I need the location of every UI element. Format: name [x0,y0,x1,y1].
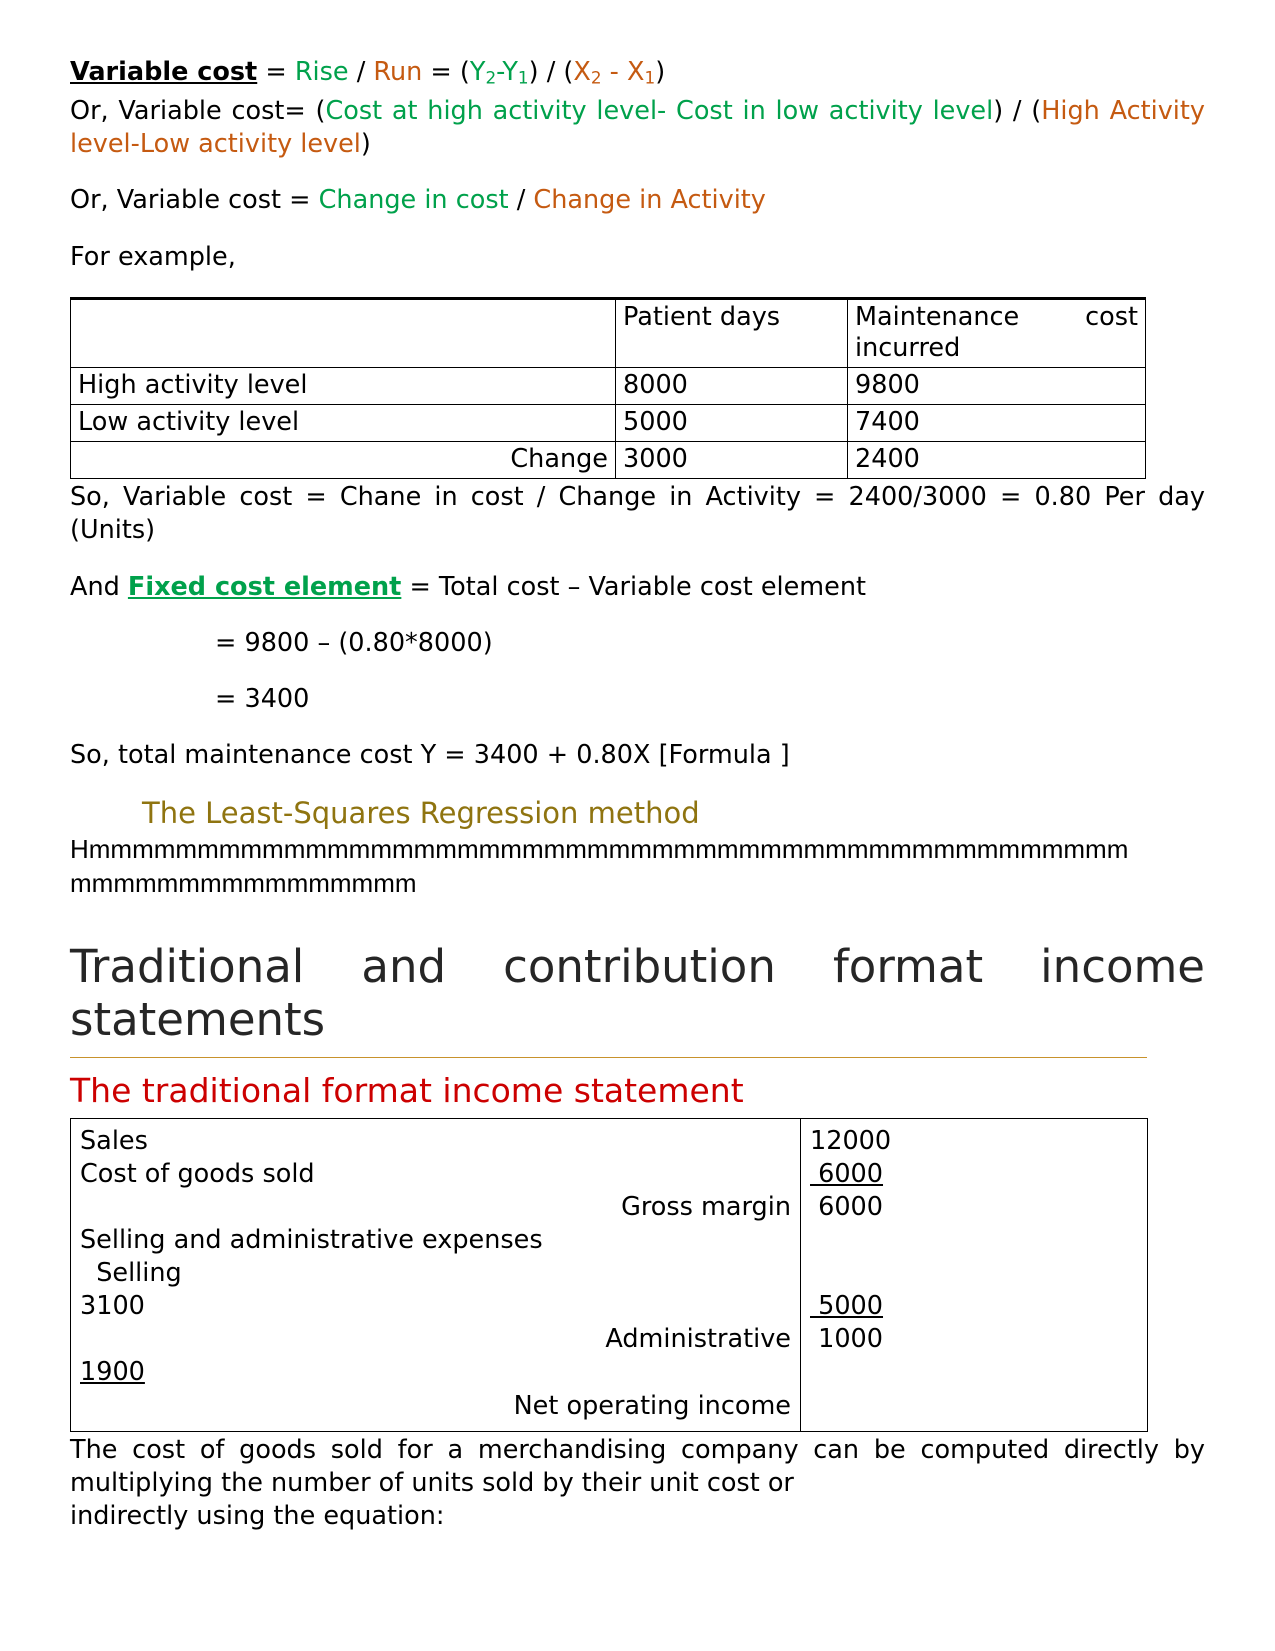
line3-separator: / [508,185,534,216]
subsection-title: The traditional format income statement [70,1070,744,1110]
line-selling-amount: 3100 [80,1291,145,1322]
total-maintenance-formula: So, total maintenance cost Y = 3400 + 0.… [70,739,790,770]
fixed-rest: = Total cost – Variable cost element [401,571,866,602]
high-low-table: Patient days Maintenance cost incurred H… [70,296,1146,480]
income-statement-table: Sales Cost of goods sold Gross margin Se… [70,1117,1148,1432]
line2-paren-open-2: ( [1031,96,1042,127]
paren-close-2: ) [655,57,666,87]
line2-paren-open: ( [315,96,326,127]
paren-open-1: ( [459,57,470,87]
variable-cost-label: Variable cost [70,57,258,87]
fixed-cost-calc-line-1: = 9800 – (0.80*8000) [215,627,493,658]
formula-variable-cost-rise-run: Variable cost = Rise / Run = (Y2-Y1) / (… [70,56,1205,89]
value-blank-1 [810,1224,1138,1257]
closing-paragraph-last-line: indirectly using the equation: [70,1501,445,1532]
cell-patient-days-change: 3000 [615,441,848,480]
table-row: Change 3000 2400 [70,441,1146,480]
table-row: Sales Cost of goods sold Gross margin Se… [70,1117,1148,1432]
value-sales: 12000 [810,1125,892,1156]
line-administrative: Administrative [605,1324,791,1355]
row-label-low-activity: Low activity level [70,404,616,443]
header-patient-days: Patient days [615,296,848,368]
line-gross-margin: Gross margin [621,1191,791,1222]
slash-1: / [348,57,374,87]
x1-subscript: 1 [644,67,656,88]
y2-term: Y2-Y1 [469,57,529,88]
closing-paragraph-body: The cost of goods sold for a merchandisi… [70,1434,1205,1498]
value-blank-2 [810,1257,1138,1290]
formula-change-in-cost: Or, Variable cost = Change in cost / Cha… [70,184,1205,217]
cell-patient-days-high: 8000 [615,366,848,406]
cell-patient-days-low: 5000 [615,404,848,443]
cell-maintenance-high: 9800 [847,366,1146,406]
change-in-activity-term: Change in Activity [533,185,766,216]
table-row-header: Patient days Maintenance cost incurred [70,296,1146,368]
line-selling: Selling [80,1258,182,1289]
fixed-prefix: And [70,571,128,602]
least-squares-heading: The Least-Squares Regression method [142,796,700,831]
cost-high-low-term: Cost at high activity level- Cost in low… [325,96,994,127]
run-term: Run [373,57,423,87]
least-squares-filler-text: Hmmmmmmmmmmmmmmmmmmmmmmmmmmmmmmmmmmmmmmm… [70,833,1129,898]
line-administrative-amount: 1900 [80,1357,145,1388]
header-maintenance-cost: Maintenance cost incurred [847,296,1146,368]
formula-variable-cost-words: Or, Variable cost= (Cost at high activit… [70,95,1205,161]
value-net-operating-income [810,1390,1138,1423]
row-label-change: Change [70,441,616,480]
line3-prefix: Or, Variable cost = [70,185,319,216]
table-row: Low activity level 5000 7400 [70,404,1146,443]
fixed-cost-element-label: Fixed cost element [127,571,402,602]
x2-term: X2 - X1 [573,57,656,88]
value-administrative: 1000 [810,1324,884,1355]
y1-subscript: 1 [517,67,529,88]
title-divider [70,1056,1147,1058]
line-cost-of-goods-sold: Cost of goods sold [80,1158,315,1189]
fixed-cost-calc-line-2: = 3400 [215,683,310,714]
change-in-cost-term: Change in cost [318,185,509,216]
document-page: Variable cost = Rise / Run = (Y2-Y1) / (… [0,0,1275,1533]
rise-term: Rise [294,57,349,87]
closing-paragraph: The cost of goods sold for a merchandisi… [70,1434,1205,1533]
slash-2: / [538,57,564,87]
x2-subscript: 2 [590,67,602,88]
header-blank-cell [70,296,616,368]
line-sales: Sales [80,1125,148,1156]
income-statement-labels-cell: Sales Cost of goods sold Gross margin Se… [70,1117,801,1432]
table-row: High activity level 8000 9800 [70,366,1146,406]
line2-prefix: Or, Variable cost= [70,96,316,127]
value-blank-3 [810,1356,1138,1389]
paren-close-1: ) [528,57,539,87]
income-statement-values-cell: 12000 6000 6000 5000 1000 [800,1117,1148,1432]
line2-paren-close-2: ) [360,129,371,160]
line-selling-admin-expenses: Selling and administrative expenses [80,1224,543,1255]
line-net-operating-income: Net operating income [513,1390,791,1421]
y2-subscript: 2 [485,67,497,88]
value-gross-margin: 6000 [810,1191,884,1222]
for-example-text: For example, [70,241,236,272]
value-selling-subtotal: 5000 [810,1291,884,1322]
eq-sign-1: = [257,57,295,87]
cell-maintenance-low: 7400 [847,404,1146,443]
row-label-high-activity: High activity level [70,366,616,406]
paren-open-2: ( [563,57,574,87]
cell-maintenance-change: 2400 [847,441,1146,480]
eq-sign-2: = [422,57,460,87]
value-cost-of-goods-sold: 6000 [810,1158,884,1189]
variable-cost-result-text: So, Variable cost = Chane in cost / Chan… [70,482,1205,546]
fixed-cost-element-line: And Fixed cost element = Total cost – Va… [70,571,1205,604]
page-title: Traditional and contribution format inco… [70,940,1205,1047]
line2-paren-close: ) / [993,96,1032,127]
